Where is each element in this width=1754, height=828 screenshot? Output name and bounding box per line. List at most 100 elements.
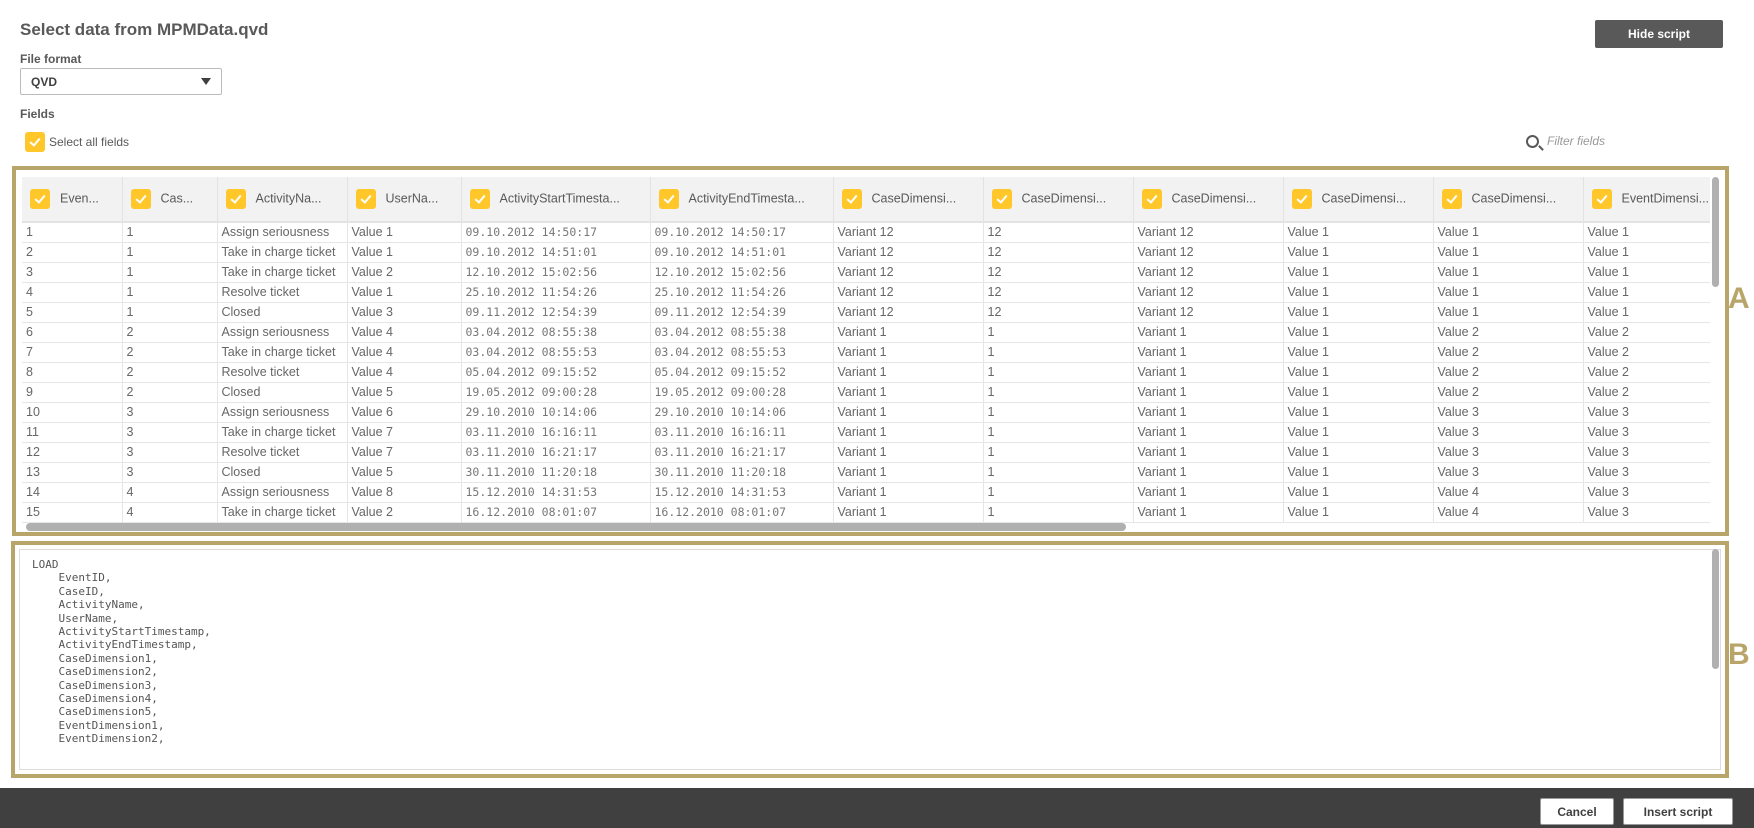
column-header[interactable]: CaseDimensi... — [1283, 177, 1434, 223]
table-cell: Variant 12 — [833, 302, 984, 323]
table-cell: 12.10.2012 15:02:56 — [461, 262, 651, 283]
table-cell: 03.04.2012 08:55:38 — [461, 322, 651, 343]
hide-script-button[interactable]: Hide script — [1595, 20, 1723, 48]
table-cell: 03.11.2010 16:21:17 — [461, 442, 651, 463]
dialog-title: Select data from MPMData.qvd — [20, 20, 269, 39]
table-row: 7 2 Take in charge ticket Value 4 03.04.2012… — [22, 342, 1710, 363]
table-cell: Variant 1 — [833, 322, 984, 343]
table-cell: Value 4 — [1433, 482, 1584, 503]
table-cell: 15 — [22, 502, 123, 523]
checkbox-checked-icon[interactable] — [1141, 189, 1162, 209]
checkbox-checked-icon[interactable] — [1291, 189, 1312, 209]
select-all-fields[interactable]: Select all fields — [25, 132, 129, 152]
table-cell: Closed — [217, 462, 348, 483]
column-header[interactable]: ActivityNa... — [217, 177, 348, 223]
column-header[interactable]: ActivityStartTimesta... — [461, 177, 651, 223]
column-header-label: CaseDimensi... — [1471, 191, 1557, 206]
table-cell: 7 — [22, 342, 123, 363]
table-cell: 2 — [122, 342, 218, 363]
table-cell: Value 2 — [1433, 322, 1584, 343]
filter-fields[interactable]: Filter fields — [1526, 134, 1605, 148]
table-cell: Take in charge ticket — [217, 342, 348, 363]
table-cell: Value 8 — [347, 482, 462, 503]
table-cell: Variant 1 — [1133, 322, 1284, 343]
table-cell: 30.11.2010 11:20:18 — [461, 462, 651, 483]
column-header[interactable]: Even... — [22, 177, 123, 223]
insert-script-button[interactable]: Insert script — [1623, 798, 1733, 825]
table-cell: Take in charge ticket — [217, 262, 348, 283]
cancel-button[interactable]: Cancel — [1540, 798, 1614, 825]
checkbox-checked-icon[interactable] — [1591, 189, 1612, 209]
filter-fields-input[interactable]: Filter fields — [1547, 134, 1605, 148]
table-cell: Variant 1 — [1133, 382, 1284, 403]
table-cell: Variant 12 — [833, 282, 984, 303]
table-cell: Assign seriousness — [217, 322, 348, 343]
table-cell: Variant 12 — [833, 222, 984, 243]
table-cell: Value 1 — [1283, 242, 1434, 263]
column-header-label: CaseDimensi... — [1171, 191, 1257, 206]
column-header[interactable]: Cas... — [122, 177, 218, 223]
table-cell: Value 1 — [1583, 302, 1710, 323]
table-cell: Value 1 — [1283, 382, 1434, 403]
table-cell: 09.10.2012 14:51:01 — [650, 242, 834, 263]
script-editor[interactable]: LOAD EventID, CaseID, ActivityName, User… — [19, 549, 1721, 770]
checkbox-checked-icon[interactable] — [1441, 189, 1462, 209]
table-cell: Value 3 — [1583, 502, 1710, 523]
table-cell: Value 3 — [347, 302, 462, 323]
table-cell: Value 3 — [1583, 442, 1710, 463]
table-cell: Value 4 — [1433, 502, 1584, 523]
checkbox-checked-icon[interactable] — [130, 189, 151, 209]
table-cell: Value 1 — [1283, 262, 1434, 283]
table-row: 9 2 Closed Value 5 19.05.2012 09:00:28 19.05.… — [22, 382, 1710, 403]
checkbox-checked-icon[interactable] — [991, 189, 1012, 209]
checkbox-checked-icon[interactable] — [355, 189, 376, 209]
table-cell: 1 — [983, 402, 1134, 423]
horizontal-scrollbar[interactable] — [26, 523, 1126, 531]
table-cell: 30.11.2010 11:20:18 — [650, 462, 834, 483]
table-cell: Value 1 — [1433, 242, 1584, 263]
checkbox-checked-icon[interactable] — [25, 132, 45, 152]
table-cell: 05.04.2012 09:15:52 — [650, 362, 834, 383]
checkbox-checked-icon[interactable] — [225, 189, 246, 209]
table-cell: Variant 1 — [833, 502, 984, 523]
table-cell: 12 — [983, 302, 1134, 323]
file-format-select[interactable]: QVD — [20, 68, 222, 95]
table-cell: 09.11.2012 12:54:39 — [650, 302, 834, 323]
checkbox-checked-icon[interactable] — [30, 189, 50, 209]
table-cell: Variant 12 — [833, 242, 984, 263]
column-header[interactable]: ActivityEndTimesta... — [650, 177, 834, 223]
column-header[interactable]: CaseDimensi... — [833, 177, 984, 223]
table-cell: Closed — [217, 382, 348, 403]
checkbox-checked-icon[interactable] — [658, 189, 679, 209]
table-cell: Value 4 — [347, 322, 462, 343]
column-header-label: Even... — [60, 191, 99, 206]
column-header-label: ActivityEndTimesta... — [688, 191, 805, 206]
table-cell: 19.05.2012 09:00:28 — [650, 382, 834, 403]
table-cell: Variant 1 — [1133, 362, 1284, 383]
column-header[interactable]: CaseDimensi... — [1433, 177, 1584, 223]
table-cell: Value 2 — [1583, 382, 1710, 403]
table-cell: Variant 1 — [1133, 482, 1284, 503]
column-header[interactable]: UserNa... — [347, 177, 462, 223]
table-cell: Value 1 — [1283, 402, 1434, 423]
table-cell: Variant 1 — [1133, 502, 1284, 523]
vertical-scrollbar[interactable] — [1712, 177, 1719, 287]
table-cell: Value 2 — [1433, 382, 1584, 403]
table-cell: Value 1 — [1283, 342, 1434, 363]
table-cell: Variant 1 — [833, 422, 984, 443]
table-cell: 16.12.2010 08:01:07 — [650, 502, 834, 523]
script-preview-highlight: LOAD EventID, CaseID, ActivityName, User… — [11, 541, 1729, 778]
checkbox-checked-icon[interactable] — [841, 189, 862, 209]
table-cell: 1 — [983, 442, 1134, 463]
table-cell: 2 — [122, 362, 218, 383]
table-cell: Resolve ticket — [217, 362, 348, 383]
script-scrollbar[interactable] — [1712, 549, 1719, 669]
table-row: 8 2 Resolve ticket Value 4 05.04.2012 09:15:… — [22, 362, 1710, 383]
table-row: 2 1 Take in charge ticket Value 1 09.10.2012… — [22, 242, 1710, 263]
column-header[interactable]: CaseDimensi... — [1133, 177, 1284, 223]
checkbox-checked-icon[interactable] — [469, 189, 490, 209]
table-cell: 1 — [122, 242, 218, 263]
column-header[interactable]: CaseDimensi... — [983, 177, 1134, 223]
column-header[interactable]: EventDimensi... — [1583, 177, 1710, 223]
footer-bar: Cancel Insert script — [0, 788, 1754, 828]
